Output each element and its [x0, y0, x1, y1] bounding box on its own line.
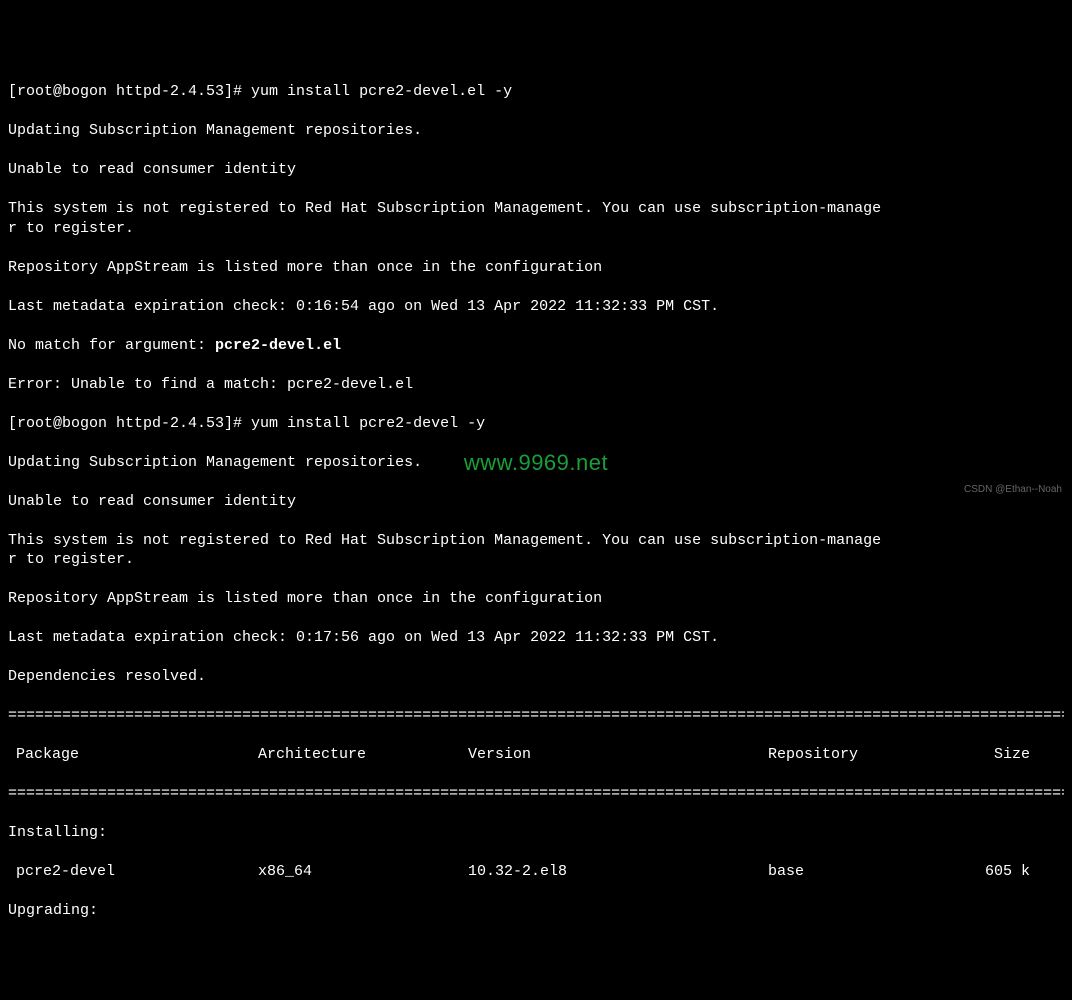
- header-repo: Repository: [768, 745, 958, 765]
- table-row: pcre2-devel x86_64 10.32-2.el8 base 605 …: [8, 862, 1064, 882]
- command-text: yum install pcre2-devel.el -y: [251, 83, 512, 100]
- cell-size: 605 k: [958, 862, 1048, 882]
- output-line: This system is not registered to Red Hat…: [8, 531, 1064, 570]
- output-line: Unable to read consumer identity: [8, 160, 1064, 180]
- error-line: Error: Unable to find a match: pcre2-dev…: [8, 375, 1064, 395]
- header-version: Version: [468, 745, 768, 765]
- cell-arch: x86_64: [258, 862, 468, 882]
- table-header-row: Package Architecture Version Repository …: [8, 745, 1064, 765]
- output-line: Updating Subscription Management reposit…: [8, 121, 1064, 141]
- cell-version: 10.32-2.el8: [468, 862, 768, 882]
- output-line: Unable to read consumer identity: [8, 492, 1064, 512]
- prompt-line-2: [root@bogon httpd-2.4.53]# yum install p…: [8, 414, 1064, 434]
- output-line: Updating Subscription Management reposit…: [8, 453, 1064, 473]
- table-divider-mid: ========================================…: [8, 784, 1064, 804]
- output-line: Last metadata expiration check: 0:16:54 …: [8, 297, 1064, 317]
- output-line: Repository AppStream is listed more than…: [8, 589, 1064, 609]
- prompt-line-1: [root@bogon httpd-2.4.53]# yum install p…: [8, 82, 1064, 102]
- credit-text: CSDN @Ethan--Noah: [964, 483, 1062, 496]
- cell-package: pcre2-devel: [8, 862, 258, 882]
- header-package: Package: [8, 745, 258, 765]
- cell-repo: base: [768, 862, 958, 882]
- output-line: Dependencies resolved.: [8, 667, 1064, 687]
- installing-label: Installing:: [8, 823, 1064, 843]
- output-line: This system is not registered to Red Hat…: [8, 199, 1064, 238]
- upgrading-label: Upgrading:: [8, 901, 1064, 921]
- prompt-prefix: [root@bogon httpd-2.4.53]#: [8, 415, 251, 432]
- table-divider-top: ========================================…: [8, 706, 1064, 726]
- header-size: Size: [958, 745, 1048, 765]
- command-text: yum install pcre2-devel -y: [251, 415, 485, 432]
- nomatch-prefix: No match for argument:: [8, 337, 215, 354]
- header-arch: Architecture: [258, 745, 468, 765]
- nomatch-package: pcre2-devel.el: [215, 337, 341, 354]
- output-line: Last metadata expiration check: 0:17:56 …: [8, 628, 1064, 648]
- output-line: Repository AppStream is listed more than…: [8, 258, 1064, 278]
- prompt-prefix: [root@bogon httpd-2.4.53]#: [8, 83, 251, 100]
- output-line: No match for argument: pcre2-devel.el: [8, 336, 1064, 356]
